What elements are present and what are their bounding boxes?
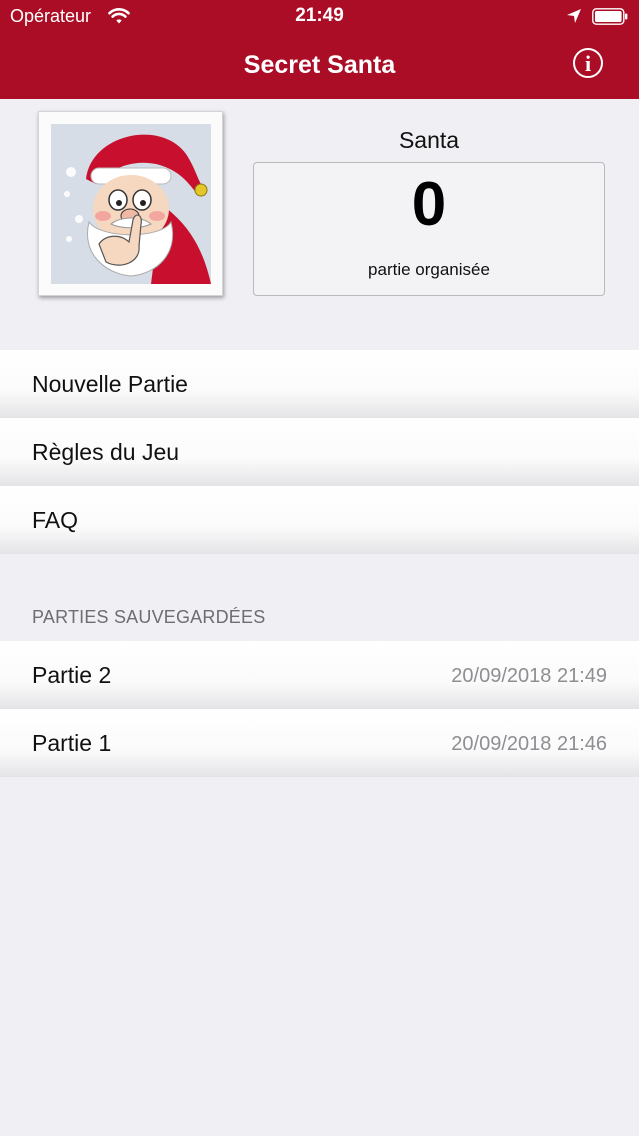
rules-label: Règles du Jeu — [32, 439, 180, 465]
rules-row[interactable]: Règles du Jeu — [0, 418, 639, 486]
faq-label: FAQ — [32, 507, 79, 533]
saved-game-date: 20/09/2018 21:49 — [451, 665, 607, 687]
status-bar: Opérateur 21:49 — [0, 0, 639, 34]
navigation-bar: Opérateur 21:49 Secret Santa i — [0, 0, 639, 99]
profile-name: Santa — [398, 127, 460, 153]
battery-icon — [592, 8, 628, 25]
saved-games-header: PARTIES SAUVEGARDÉES — [32, 607, 266, 627]
games-count-card: 0 partie organisée — [253, 162, 605, 296]
faq-row[interactable]: FAQ — [0, 486, 639, 554]
saved-game-row[interactable]: Partie 1 20/09/2018 21:46 — [0, 709, 639, 777]
saved-game-row[interactable]: Partie 2 20/09/2018 21:49 — [0, 641, 639, 709]
saved-game-date: 20/09/2018 21:46 — [451, 733, 607, 755]
games-count-value: 0 — [411, 170, 447, 239]
info-button[interactable]: i — [573, 48, 603, 78]
page-title: Secret Santa — [243, 51, 396, 79]
new-game-row[interactable]: Nouvelle Partie — [0, 350, 639, 418]
new-game-label: Nouvelle Partie — [32, 371, 188, 397]
saved-game-name: Partie 1 — [32, 730, 112, 756]
status-time: 21:49 — [295, 5, 344, 26]
santa-illustration — [51, 124, 211, 284]
location-arrow-icon — [567, 9, 581, 23]
saved-game-name: Partie 2 — [32, 662, 112, 688]
santa-avatar — [38, 111, 223, 296]
games-count-label: partie organisée — [368, 260, 490, 279]
